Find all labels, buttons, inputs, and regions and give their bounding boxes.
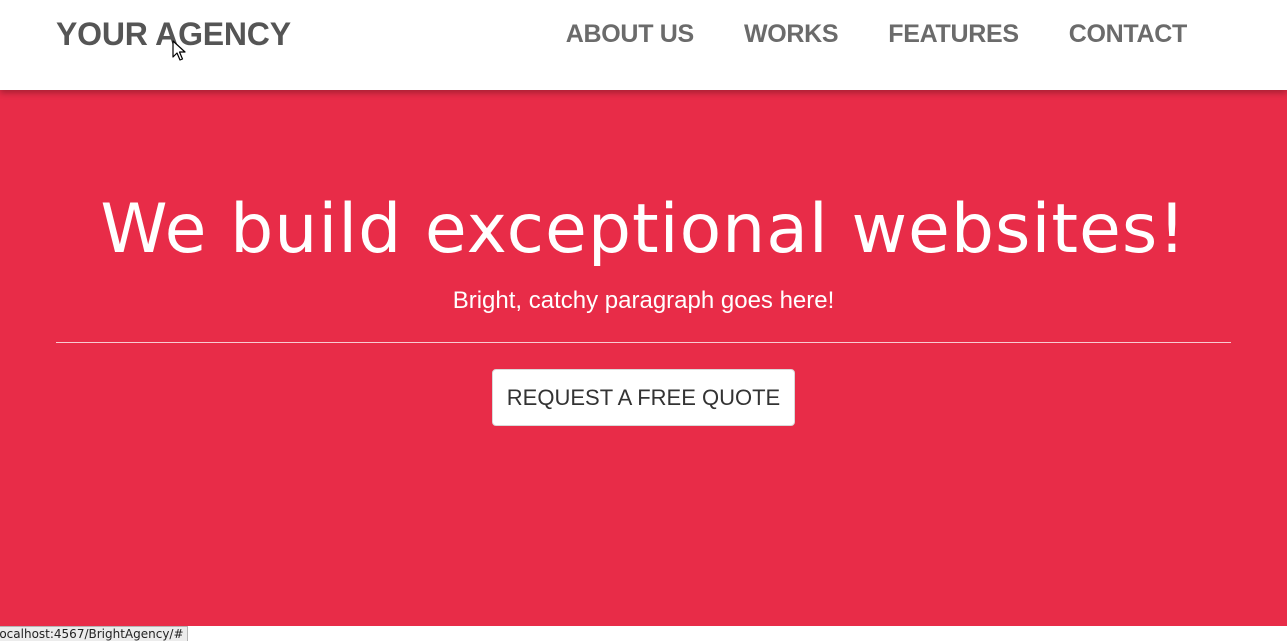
page-bottom-strip: [0, 626, 1287, 641]
nav-about-us[interactable]: ABOUT US: [566, 16, 694, 52]
status-url: localhost:4567/BrightAgency/#: [0, 627, 184, 641]
main-nav: ABOUT US WORKS FEATURES CONTACT: [566, 16, 1188, 52]
nav-features[interactable]: FEATURES: [888, 16, 1019, 52]
nav-contact[interactable]: CONTACT: [1069, 16, 1188, 52]
top-navbar: YOUR AGENCY ABOUT US WORKS FEATURES CONT…: [0, 0, 1287, 90]
hero-section: We build exceptional websites! Bright, c…: [0, 90, 1287, 626]
hero-divider: [56, 342, 1231, 343]
hero-title: We build exceptional websites!: [100, 190, 1187, 269]
mouse-pointer-icon: [172, 40, 186, 61]
request-quote-button[interactable]: REQUEST A FREE QUOTE: [492, 369, 795, 426]
nav-works[interactable]: WORKS: [744, 16, 839, 52]
browser-status-bar: localhost:4567/BrightAgency/#: [0, 626, 188, 641]
hero-subtitle: Bright, catchy paragraph goes here!: [452, 287, 835, 314]
